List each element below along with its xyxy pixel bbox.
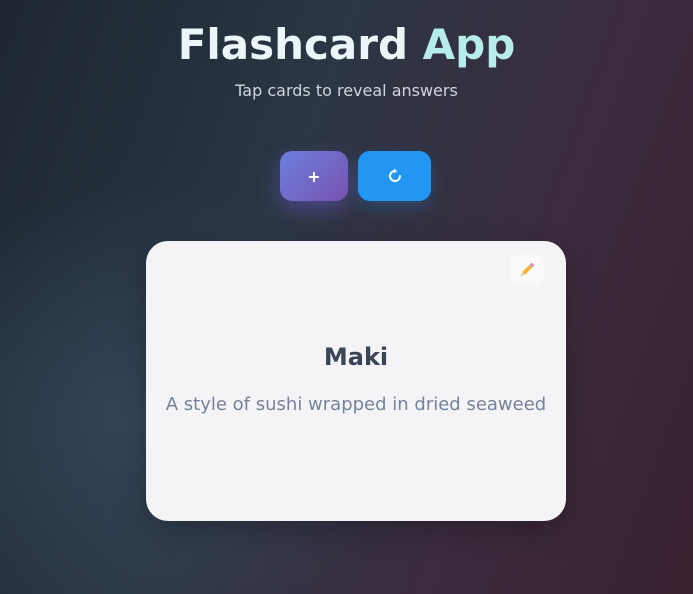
add-card-button[interactable]: + [280, 151, 348, 201]
reset-button[interactable] [358, 151, 431, 201]
refresh-icon [388, 168, 401, 182]
app-title: Flashcard App [0, 18, 693, 72]
edit-card-button[interactable] [510, 255, 544, 285]
flashcard[interactable]: Maki A style of sushi wrapped in dried s… [146, 241, 566, 521]
add-button-label: + [307, 166, 321, 186]
app-title-word-2: App [422, 20, 516, 69]
pencil-icon [521, 262, 535, 276]
card-term: Maki [323, 343, 389, 371]
app-title-word-1: Flashcard [177, 20, 409, 69]
app-subtitle: Tap cards to reveal answers [235, 81, 458, 100]
card-definition: A style of sushi wrapped in dried seawee… [165, 394, 547, 415]
